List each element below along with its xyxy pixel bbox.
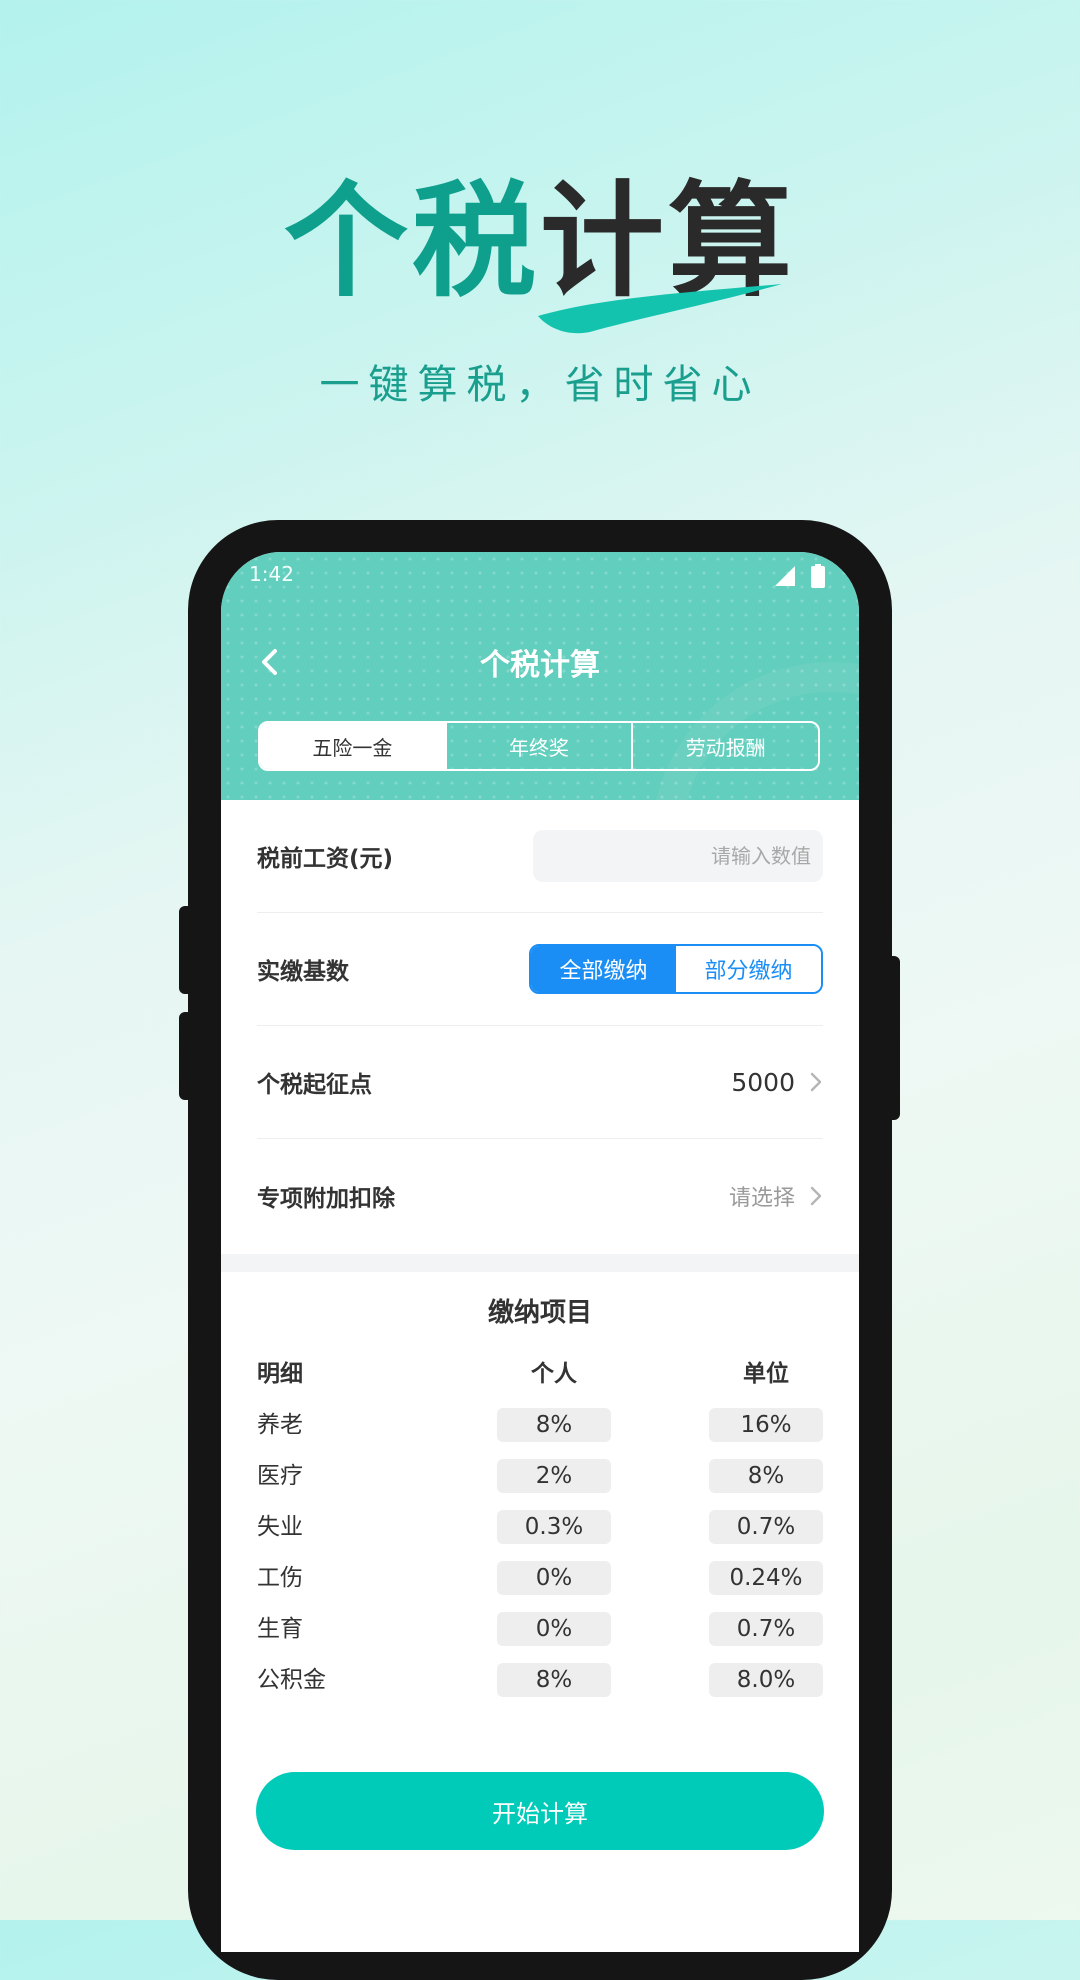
table-row: 失业 0.3% 0.7%	[257, 1507, 823, 1547]
base-label: 实缴基数	[257, 959, 349, 985]
table-row: 工伤 0% 0.24%	[257, 1558, 823, 1598]
base-option-full[interactable]: 全部缴纳	[531, 946, 676, 992]
unit-rate[interactable]: 8.0%	[709, 1663, 823, 1697]
header-unit: 单位	[743, 1361, 789, 1387]
tab-year-end-bonus[interactable]: 年终奖	[444, 723, 632, 769]
calc-type-tabs: 五险一金 年终奖 劳动报酬	[258, 721, 820, 771]
salary-input[interactable]	[533, 830, 823, 882]
deduction-value-group: 请选择	[729, 1180, 823, 1212]
table-row: 养老 8% 16%	[257, 1405, 823, 1445]
app-header: 1:42 个税计算 五险一金 年终奖 劳动报酬	[221, 552, 859, 800]
promo-subtitle: 一键算税，省时省心	[319, 362, 761, 408]
phone-power-button	[886, 956, 900, 1120]
unit-rate[interactable]: 0.24%	[709, 1561, 823, 1595]
unit-rate[interactable]: 8%	[709, 1459, 823, 1493]
base-toggle: 全部缴纳 部分缴纳	[529, 944, 823, 994]
calculate-button[interactable]: 开始计算	[256, 1772, 824, 1850]
status-time: 1:42	[249, 562, 294, 586]
phone-volume-down-button	[179, 1012, 193, 1100]
contributions-title: 缴纳项目	[487, 1298, 592, 1328]
salary-label: 税前工资(元)	[257, 846, 394, 872]
unit-rate[interactable]: 16%	[709, 1408, 823, 1442]
phone-screen: 1:42 个税计算 五险一金 年终奖 劳动报酬 税前工资(元) 实缴基数 全部缴…	[221, 552, 859, 1952]
threshold-value: 5000	[731, 1067, 795, 1097]
unit-rate[interactable]: 0.7%	[709, 1612, 823, 1646]
deduction-value: 请选择	[728, 1185, 795, 1211]
status-icons	[773, 564, 825, 588]
table-row: 生育 0% 0.7%	[257, 1609, 823, 1649]
app-title: 个税计算	[480, 648, 600, 683]
personal-rate[interactable]: 2%	[497, 1459, 611, 1493]
header-detail: 明细	[257, 1361, 303, 1387]
threshold-row[interactable]: 个税起征点 5000	[257, 1026, 823, 1139]
item-name: 公积金	[257, 1667, 326, 1693]
personal-rate[interactable]: 0%	[497, 1561, 611, 1595]
item-name: 医疗	[257, 1463, 303, 1489]
personal-rate[interactable]: 8%	[497, 1408, 611, 1442]
signal-icon	[775, 566, 795, 586]
threshold-value-group: 5000	[731, 1068, 823, 1097]
threshold-label: 个税起征点	[257, 1072, 372, 1098]
table-header-row: 明细 个人 单位	[257, 1354, 823, 1394]
promo-title-accent: 个税	[283, 170, 540, 314]
base-row: 实缴基数 全部缴纳 部分缴纳	[257, 913, 823, 1026]
item-name: 失业	[257, 1514, 303, 1540]
unit-rate[interactable]: 0.7%	[709, 1510, 823, 1544]
table-row: 公积金 8% 8.0%	[257, 1660, 823, 1700]
item-name: 生育	[257, 1616, 303, 1642]
chevron-right-icon	[810, 1186, 822, 1205]
tab-social-insurance[interactable]: 五险一金	[260, 723, 445, 769]
table-row: 医疗 2% 8%	[257, 1456, 823, 1496]
battery-icon	[811, 564, 825, 588]
title-swoosh-decoration	[538, 284, 782, 334]
header-personal: 个人	[531, 1361, 577, 1387]
deduction-row[interactable]: 专项附加扣除 请选择	[257, 1139, 823, 1252]
tab-labor-remuneration[interactable]: 劳动报酬	[631, 723, 818, 769]
chevron-right-icon	[810, 1072, 822, 1092]
deduction-label: 专项附加扣除	[257, 1185, 395, 1212]
personal-rate[interactable]: 0%	[497, 1612, 611, 1646]
personal-rate[interactable]: 0.3%	[497, 1510, 611, 1544]
section-divider	[221, 1254, 859, 1272]
item-name: 养老	[257, 1412, 303, 1438]
phone-volume-up-button	[179, 906, 193, 994]
personal-rate[interactable]: 8%	[497, 1663, 611, 1697]
base-option-partial[interactable]: 部分缴纳	[676, 946, 821, 992]
salary-row: 税前工资(元)	[257, 800, 823, 913]
item-name: 工伤	[257, 1565, 303, 1591]
